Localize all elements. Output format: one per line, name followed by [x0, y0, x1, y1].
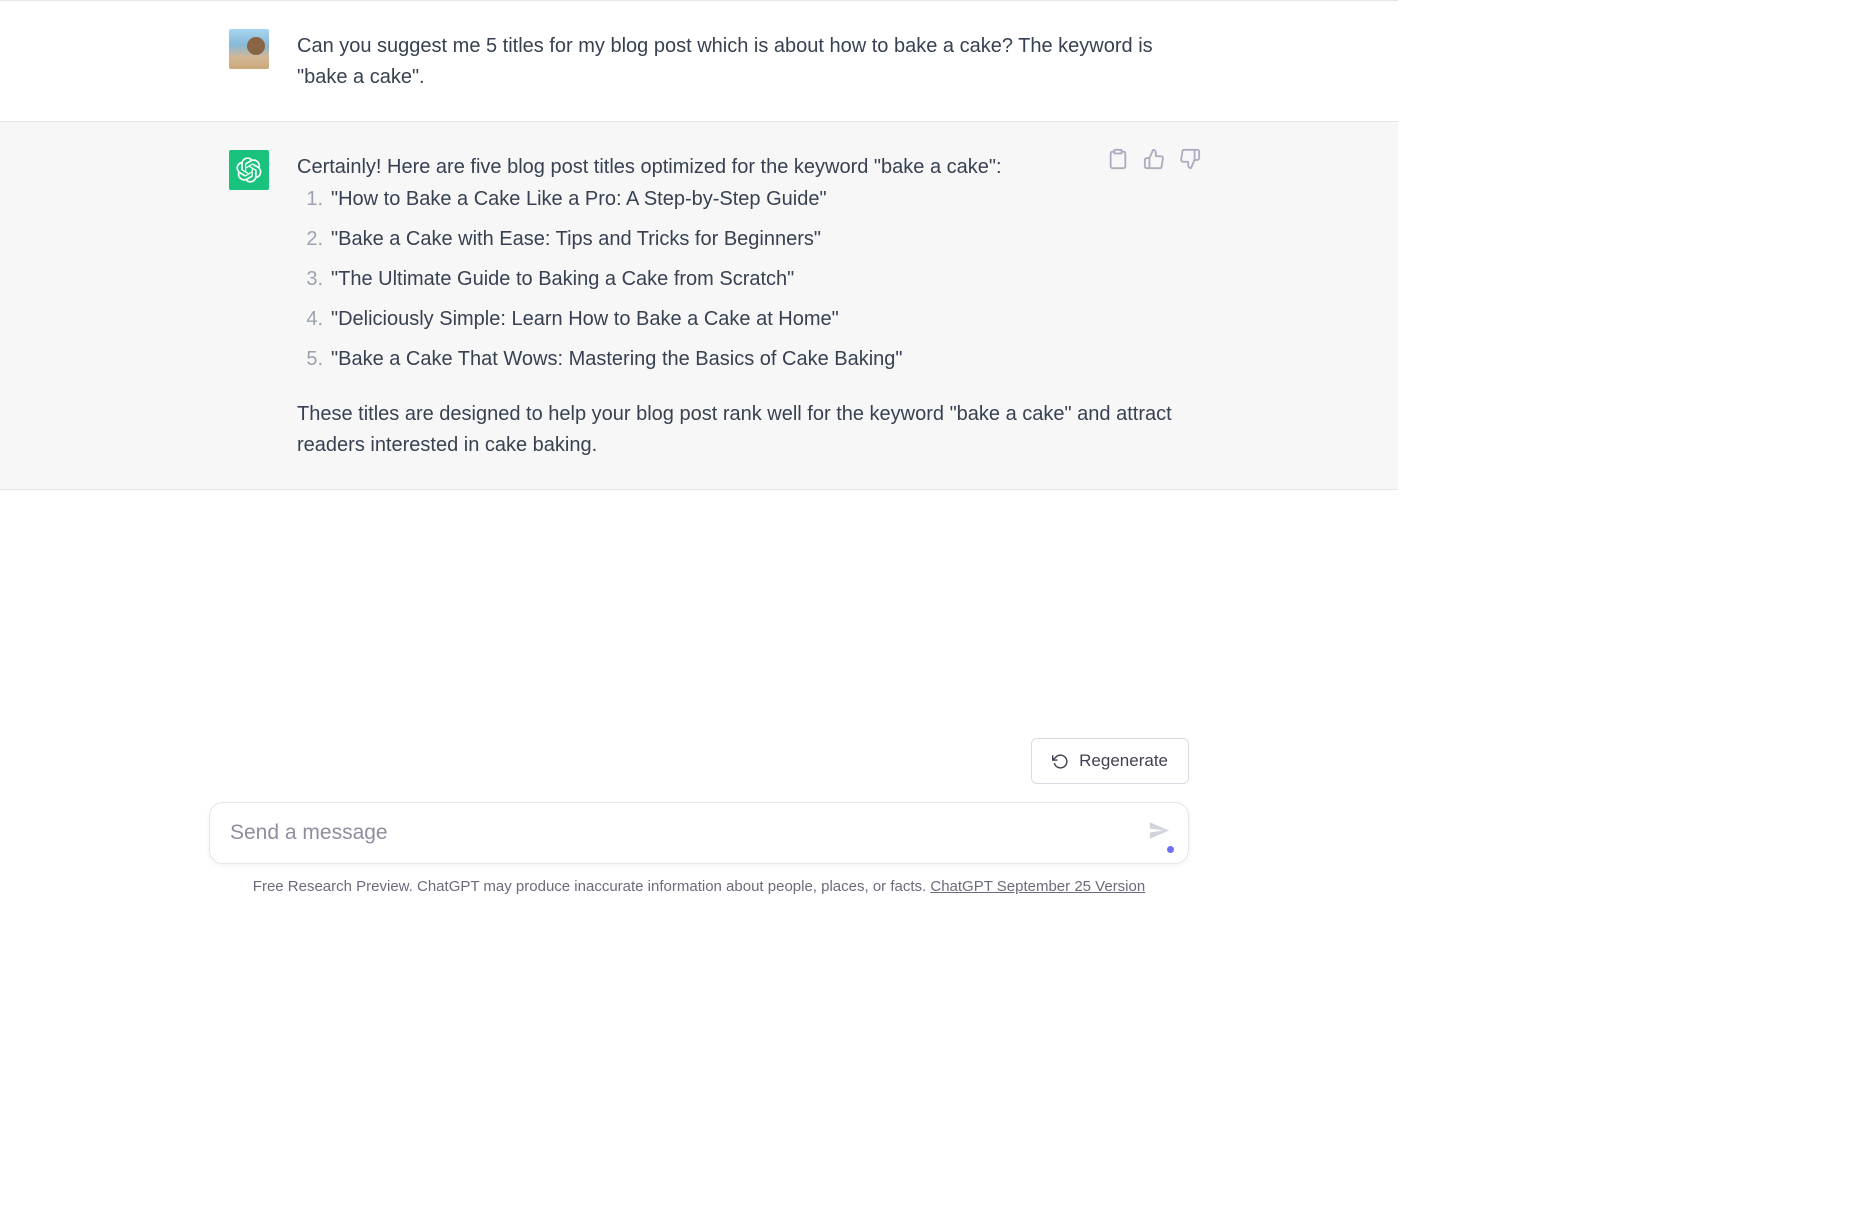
title-item-text: "How to Bake a Cake Like a Pro: A Step-b…: [331, 183, 827, 215]
title-item-text: "Deliciously Simple: Learn How to Bake a…: [331, 303, 839, 335]
list-item: "The Ultimate Guide to Baking a Cake fro…: [331, 263, 1194, 295]
assistant-message-inner: Certainly! Here are five blog post title…: [109, 122, 1289, 489]
assistant-avatar: [229, 150, 269, 190]
copy-icon[interactable]: [1107, 148, 1129, 170]
title-item-text: "Bake a Cake That Wows: Mastering the Ba…: [331, 343, 903, 375]
user-message-inner: Can you suggest me 5 titles for my blog …: [109, 1, 1289, 121]
assistant-outro-text: These titles are designed to help your b…: [297, 399, 1194, 461]
user-message-text: Can you suggest me 5 titles for my blog …: [297, 31, 1194, 93]
list-item: "Bake a Cake That Wows: Mastering the Ba…: [331, 343, 1194, 375]
title-item-text: "Bake a Cake with Ease: Tips and Tricks …: [331, 223, 821, 255]
send-button[interactable]: [1148, 820, 1170, 847]
title-list: "How to Bake a Cake Like a Pro: A Step-b…: [297, 183, 1194, 375]
message-input-box: [209, 802, 1189, 864]
regenerate-button[interactable]: Regenerate: [1031, 738, 1189, 784]
footer-note: Free Research Preview. ChatGPT may produ…: [0, 878, 1398, 895]
user-message-content: Can you suggest me 5 titles for my blog …: [297, 29, 1194, 93]
status-dot-icon: [1167, 846, 1174, 853]
footer-note-text: Free Research Preview. ChatGPT may produ…: [253, 878, 931, 895]
message-input[interactable]: [230, 821, 1132, 845]
user-message-row: Can you suggest me 5 titles for my blog …: [0, 1, 1398, 122]
chat-container: Can you suggest me 5 titles for my blog …: [0, 0, 1398, 490]
list-item: "How to Bake a Cake Like a Pro: A Step-b…: [331, 183, 1194, 215]
regenerate-icon: [1052, 753, 1069, 770]
title-item-text: "The Ultimate Guide to Baking a Cake fro…: [331, 263, 794, 295]
thumbs-down-icon[interactable]: [1179, 148, 1201, 170]
message-action-icons: [1107, 148, 1201, 170]
openai-logo-icon: [236, 157, 262, 183]
assistant-message-row: Certainly! Here are five blog post title…: [0, 122, 1398, 490]
user-avatar: [229, 29, 269, 69]
regenerate-row: Regenerate: [109, 738, 1289, 802]
thumbs-up-icon[interactable]: [1143, 148, 1165, 170]
send-icon: [1148, 820, 1170, 842]
version-link[interactable]: ChatGPT September 25 Version: [930, 878, 1145, 895]
bottom-area: Regenerate Free Research Preview. ChatGP…: [0, 738, 1398, 905]
assistant-message-content: Certainly! Here are five blog post title…: [297, 150, 1194, 461]
list-item: "Deliciously Simple: Learn How to Bake a…: [331, 303, 1194, 335]
list-item: "Bake a Cake with Ease: Tips and Tricks …: [331, 223, 1194, 255]
regenerate-label: Regenerate: [1079, 751, 1168, 771]
input-row: [109, 802, 1289, 864]
assistant-intro-text: Certainly! Here are five blog post title…: [297, 152, 1194, 183]
